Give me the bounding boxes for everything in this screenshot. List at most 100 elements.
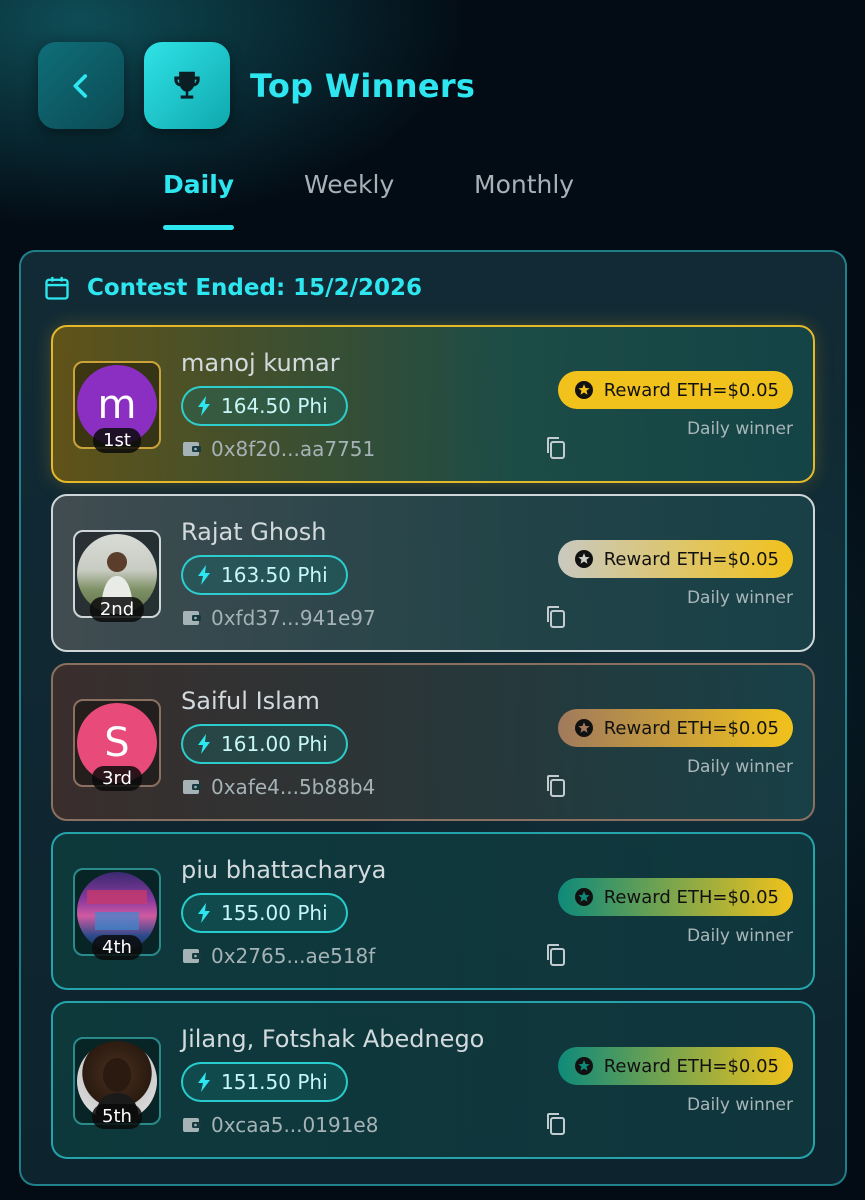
rank-badge: 5th	[92, 1104, 142, 1129]
copy-button[interactable]	[543, 773, 569, 799]
star-icon	[574, 719, 593, 737]
points-pill: 151.50 Phi	[181, 1062, 348, 1102]
winner-card[interactable]: 4th piu bhattacharya 155.00 Phi 0x2765..…	[51, 832, 815, 990]
points-pill: 163.50 Phi	[181, 555, 348, 595]
wallet-address: 0x2765...ae518f	[183, 944, 375, 968]
tab-label: Monthly	[474, 170, 575, 199]
chevron-left-icon	[73, 73, 88, 98]
copy-icon	[547, 437, 565, 459]
points-pill: 155.00 Phi	[181, 893, 348, 933]
header: Top Winners	[38, 42, 475, 129]
rank-badge: 3rd	[92, 766, 142, 791]
avatar-frame: 4th	[73, 868, 161, 960]
reward-text: Reward ETH=$0.05	[603, 1055, 779, 1077]
copy-icon	[547, 775, 565, 797]
star-icon	[574, 1057, 593, 1075]
reward-text: Reward ETH=$0.05	[603, 379, 779, 401]
winner-name: piu bhattacharya	[181, 856, 387, 884]
copy-button[interactable]	[543, 604, 569, 630]
winner-name: Rajat Ghosh	[181, 518, 327, 546]
winner-subtitle: Daily winner	[686, 419, 793, 439]
copy-icon	[547, 1113, 565, 1135]
winner-subtitle: Daily winner	[686, 588, 793, 608]
tab-label: Daily	[163, 170, 235, 199]
lightning-icon	[198, 565, 210, 585]
points-pill: 164.50 Phi	[181, 386, 348, 426]
winner-card[interactable]: 5th Jilang, Fotshak Abednego 151.50 Phi …	[51, 1001, 815, 1159]
winner-card[interactable]: m 1st manoj kumar 164.50 Phi 0x8f20...aa…	[51, 325, 815, 483]
wallet-text: 0x2765...ae518f	[211, 944, 376, 968]
active-tab-indicator	[163, 225, 235, 230]
reward-text: Reward ETH=$0.05	[603, 886, 779, 908]
points-value: 151.50 Phi	[221, 1070, 328, 1094]
tab-weekly[interactable]: Weekly	[304, 168, 394, 232]
contest-status: Contest Ended: 15/2/2026	[43, 274, 422, 302]
reward-badge: Reward ETH=$0.05	[557, 371, 793, 409]
wallet-text: 0xcaa5...0191e8	[211, 1113, 379, 1137]
tab-label: Weekly	[304, 170, 395, 199]
tab-monthly[interactable]: Monthly	[474, 168, 574, 232]
copy-icon	[547, 944, 565, 966]
wallet-text: 0xafe4...5b88b4	[211, 775, 376, 799]
points-pill: 161.00 Phi	[181, 724, 348, 764]
rank-badge: 2nd	[89, 597, 145, 622]
winner-subtitle: Daily winner	[686, 757, 793, 777]
wallet-icon	[183, 1118, 201, 1132]
avatar-frame: 5th	[73, 1037, 161, 1129]
trophy-badge	[144, 42, 230, 129]
avatar-frame: m 1st	[73, 361, 161, 453]
points-value: 161.00 Phi	[221, 732, 328, 756]
wallet-address: 0xcaa5...0191e8	[183, 1113, 378, 1137]
lightning-icon	[198, 1072, 210, 1092]
winner-name: manoj kumar	[181, 349, 340, 377]
calendar-icon	[45, 276, 69, 300]
reward-badge: Reward ETH=$0.05	[557, 878, 793, 916]
avatar-frame: S 3rd	[73, 699, 161, 791]
winner-name: Saiful Islam	[181, 687, 320, 715]
winner-subtitle: Daily winner	[686, 1095, 793, 1115]
rank-badge: 4th	[92, 935, 142, 960]
copy-button[interactable]	[543, 435, 569, 461]
reward-text: Reward ETH=$0.05	[603, 717, 779, 739]
points-value: 163.50 Phi	[221, 563, 328, 587]
avatar-initial: S	[104, 720, 130, 766]
points-value: 164.50 Phi	[221, 394, 328, 418]
reward-badge: Reward ETH=$0.05	[557, 709, 793, 747]
winner-card[interactable]: S 3rd Saiful Islam 161.00 Phi 0xafe4...5…	[51, 663, 815, 821]
contest-panel: Contest Ended: 15/2/2026 m 1st manoj kum…	[19, 250, 847, 1186]
wallet-icon	[183, 780, 201, 794]
rank-badge: 1st	[93, 428, 141, 453]
wallet-text: 0x8f20...aa7751	[211, 437, 376, 461]
wallet-text: 0xfd37...941e97	[211, 606, 376, 630]
star-icon	[574, 381, 593, 399]
wallet-icon	[183, 611, 201, 625]
trophy-icon	[174, 71, 200, 99]
reward-badge: Reward ETH=$0.05	[557, 1047, 793, 1085]
wallet-address: 0x8f20...aa7751	[183, 437, 375, 461]
wallet-address: 0xfd37...941e97	[183, 606, 376, 630]
winner-name: Jilang, Fotshak Abednego	[181, 1025, 485, 1053]
star-icon	[574, 550, 593, 568]
wallet-icon	[183, 949, 201, 963]
lightning-icon	[198, 734, 210, 754]
avatar-frame: 2nd	[73, 530, 161, 622]
winner-card[interactable]: 2nd Rajat Ghosh 163.50 Phi 0xfd37...941e…	[51, 494, 815, 652]
points-value: 155.00 Phi	[221, 901, 328, 925]
back-button[interactable]	[38, 42, 124, 129]
star-icon	[574, 888, 593, 906]
tab-daily[interactable]: Daily	[163, 168, 235, 232]
period-tabs: Daily Weekly Monthly	[0, 168, 865, 232]
page-title: Top Winners	[250, 66, 476, 105]
wallet-address: 0xafe4...5b88b4	[183, 775, 375, 799]
lightning-icon	[198, 396, 210, 416]
lightning-icon	[198, 903, 210, 923]
copy-icon	[547, 606, 565, 628]
copy-button[interactable]	[543, 942, 569, 968]
avatar-initial: m	[97, 382, 137, 428]
reward-badge: Reward ETH=$0.05	[557, 540, 793, 578]
reward-text: Reward ETH=$0.05	[603, 548, 779, 570]
wallet-icon	[183, 442, 201, 456]
winner-subtitle: Daily winner	[686, 926, 793, 946]
contest-ended-label: Contest Ended: 15/2/2026	[87, 275, 422, 301]
copy-button[interactable]	[543, 1111, 569, 1137]
